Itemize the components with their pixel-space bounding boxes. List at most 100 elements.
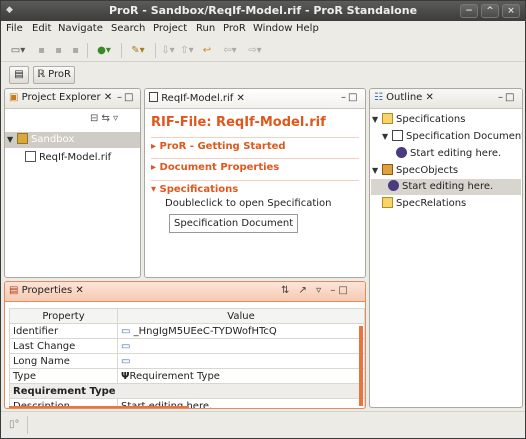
tree-label: Sandbox (31, 134, 75, 145)
maximize-button[interactable]: ^ (481, 4, 499, 18)
section-specifications[interactable]: ▾ Specifications (151, 180, 359, 198)
perspective-pror[interactable]: ℝ ProR (33, 66, 75, 84)
minimize-maximize-icon[interactable]: –□ (117, 92, 135, 103)
back-icon[interactable]: ⇦▾ (219, 43, 241, 58)
specobjects-icon (382, 164, 393, 175)
property-value[interactable]: ▭ _HngIgM5UEeC-TYDWofHTcQ (117, 323, 365, 339)
tree-label: Specifications (396, 114, 466, 125)
specifications-icon (382, 113, 393, 124)
horizontal-scrollbar[interactable] (9, 406, 189, 408)
tree-label: Start editing here. (410, 148, 502, 159)
table-row[interactable]: Type ΨRequirement Type (9, 368, 365, 384)
open-perspective-icon[interactable]: ▤ (9, 66, 29, 84)
outline-tab[interactable]: ☷ Outline ✕ –□ (370, 89, 522, 109)
value-text: _HngIgM5UEeC-TYDWofHTcQ (133, 325, 277, 337)
project-explorer-tab[interactable]: ▣ Project Explorer ✕ –□ (5, 89, 140, 109)
tab-label: Outline (386, 92, 423, 103)
editor-heading: RIF-File: ReqIf-Model.rif (151, 115, 326, 130)
tree-label: SpecRelations (396, 198, 467, 209)
close-button[interactable]: × (502, 4, 520, 18)
app-window: ◆ ProR - Sandbox/ReqIf-Model.rif - ProR … (0, 0, 526, 439)
minimize-button[interactable]: − (460, 4, 478, 18)
menu-run[interactable]: Run (196, 23, 215, 34)
table-row[interactable]: Identifier ▭ _HngIgM5UEeC-TYDWofHTcQ (9, 323, 365, 339)
editor-tab[interactable]: ReqIf-Model.rif ✕ –□ (145, 89, 365, 109)
outline-icon: ☷ (374, 92, 383, 103)
table-row-category[interactable]: Requirement Type (9, 383, 365, 399)
table-row[interactable]: Long Name ▭ (9, 353, 365, 369)
run-icon[interactable]: ●▾ (92, 43, 116, 58)
expand-icon[interactable]: ▼ (7, 132, 17, 148)
menu-search[interactable]: Search (111, 23, 145, 34)
menu-navigate[interactable]: Navigate (58, 23, 103, 34)
close-icon[interactable]: ✕ (75, 285, 83, 296)
section-getting-started[interactable]: ▸ ProR - Getting Started (151, 137, 359, 155)
perspective-bar: ▤ ℝ ProR (1, 63, 525, 87)
outline-item-specobjects[interactable]: ▼ SpecObjects (372, 163, 458, 179)
outline-item-specrelations[interactable]: SpecRelations (382, 196, 466, 212)
specrelations-icon (382, 197, 393, 208)
minimize-maximize-icon[interactable]: –□ (341, 92, 359, 103)
rif-file-icon (25, 151, 36, 162)
column-property: Property (9, 308, 118, 324)
status-bar: ▯° (1, 411, 525, 438)
specification-document-button[interactable]: Specification Document (169, 214, 299, 233)
forward-icon[interactable]: ⇨▾ (244, 43, 266, 58)
collapse-link-icons[interactable]: ⊟ ⇆ ▿ (90, 113, 118, 124)
menu-window[interactable]: Window (253, 23, 292, 34)
menu-edit[interactable]: Edit (32, 23, 51, 34)
perspective-label: ProR (48, 69, 71, 80)
prev-annotation-icon[interactable]: ⇧▾ (179, 43, 195, 58)
folder-icon: ▣ (9, 92, 19, 103)
project-explorer-panel: ▣ Project Explorer ✕ –□ ⊟ ⇆ ▿ ▼ Sandbox R… (4, 88, 141, 278)
requirement-icon (396, 147, 407, 158)
section-document-properties[interactable]: ▸ Document Properties (151, 158, 359, 176)
properties-toolbar-icons[interactable]: ⇅ ↗ ▿ –□ (281, 285, 351, 296)
outline-panel: ☷ Outline ✕ –□ ▼ Specifications ▼ Specific… (369, 88, 523, 408)
window-title: ProR - Sandbox/ReqIf-Model.rif - ProR St… (108, 4, 418, 17)
vertical-scrollbar[interactable] (359, 326, 363, 406)
date-icon: ▭ (121, 340, 131, 352)
next-annotation-icon[interactable]: ⇩▾ (160, 43, 176, 58)
menu-project[interactable]: Project (153, 23, 187, 34)
tab-label: Project Explorer (21, 92, 101, 103)
minimize-maximize-icon[interactable]: –□ (498, 92, 516, 103)
property-name: Last Change (9, 338, 118, 354)
tree-item-sandbox[interactable]: ▼ Sandbox (5, 132, 140, 148)
last-edit-icon[interactable]: ↩ (199, 43, 215, 58)
outline-item-specobject-selected[interactable]: Start editing here. (371, 179, 521, 195)
properties-panel: ▤ Properties ✕ ⇅ ↗ ▿ –□ Property Value I… (4, 281, 366, 409)
close-icon[interactable]: ✕ (237, 93, 245, 104)
property-value[interactable]: ▭ (117, 353, 365, 369)
print-icon[interactable]: ▪ (69, 43, 82, 58)
column-value: Value (117, 308, 365, 324)
pror-icon: ℝ (37, 69, 45, 80)
tab-label: Properties (21, 285, 73, 296)
property-value[interactable]: ▭ (117, 338, 365, 354)
status-icon[interactable]: ▯° (9, 419, 20, 430)
property-value[interactable]: ΨRequirement Type (117, 368, 365, 384)
outline-item-start-editing[interactable]: Start editing here. (396, 146, 501, 162)
tree-label: ReqIf-Model.rif (39, 152, 112, 163)
save-all-icon[interactable]: ▪ (52, 43, 65, 58)
properties-tab[interactable]: ▤ Properties ✕ ⇅ ↗ ▿ –□ (5, 282, 365, 302)
outline-item-spec-document[interactable]: ▼ Specification Document (382, 129, 522, 145)
tool-icon[interactable]: ✎▾ (126, 43, 150, 58)
save-icon[interactable]: ▪ (35, 43, 48, 58)
section-label: ProR - Getting Started (159, 141, 286, 152)
outline-item-specifications[interactable]: ▼ Specifications (372, 112, 465, 128)
open-spec-hint: Doubleclick to open Specification (165, 198, 332, 209)
spec-document-icon (392, 130, 403, 141)
type-icon: Ψ (121, 370, 130, 382)
table-row[interactable]: Last Change ▭ (9, 338, 365, 354)
title-bar: ◆ ProR - Sandbox/ReqIf-Model.rif - ProR … (1, 1, 525, 21)
close-icon[interactable]: ✕ (426, 92, 434, 103)
table-header: Property Value (9, 308, 365, 324)
project-folder-icon (17, 133, 28, 144)
menu-help[interactable]: Help (296, 23, 319, 34)
new-icon[interactable]: ▭▾ (7, 43, 29, 58)
tree-item-file[interactable]: ReqIf-Model.rif (25, 150, 111, 166)
menu-pror[interactable]: ProR (223, 23, 246, 34)
close-icon[interactable]: ✕ (104, 92, 112, 103)
menu-file[interactable]: File (6, 23, 23, 34)
